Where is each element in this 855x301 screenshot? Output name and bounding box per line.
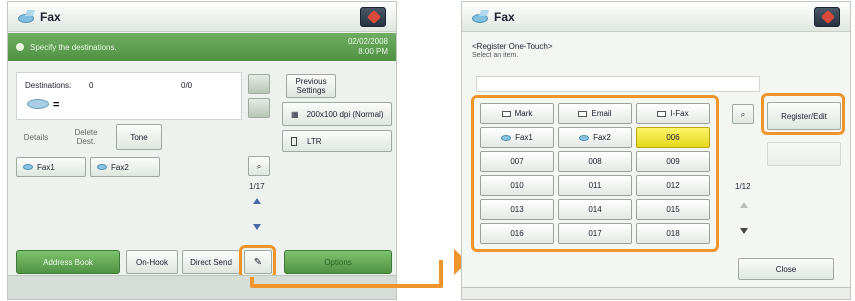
paper-icon [291, 136, 297, 146]
address-search-button[interactable]: ⌕ [248, 156, 270, 176]
paper-size-button[interactable]: LTR [282, 130, 392, 152]
one-touch-label: Fax1 [37, 162, 55, 172]
info-icon [16, 43, 24, 51]
list-scroll-down[interactable] [248, 98, 270, 118]
status-message: Specify the destinations. [30, 43, 117, 52]
destinations-label: Destinations: [25, 81, 72, 90]
destinations-count: 0 [89, 81, 94, 90]
list-scroll-up[interactable] [248, 74, 270, 94]
title-bar: Fax [8, 2, 396, 32]
search-button[interactable]: ⌕ [732, 104, 754, 124]
status-bar: Specify the destinations. 02/02/2008 8:0… [8, 33, 396, 61]
scroll-down-button[interactable] [740, 228, 748, 234]
fax-icon [16, 8, 36, 26]
fax-main-screen: Fax Specify the destinations. 02/02/2008… [7, 1, 397, 300]
highlight-register-button [239, 245, 276, 279]
one-touch-fax1[interactable]: Fax1 [16, 157, 86, 177]
register-one-touch-screen: Fax <Register One-Touch> Select an item.… [461, 1, 851, 300]
screen-heading: <Register One-Touch> [472, 42, 553, 51]
direct-send-button[interactable]: Direct Send [182, 250, 240, 274]
options-button[interactable]: Options [284, 250, 392, 274]
page-indicator: 1/17 [249, 182, 265, 191]
bottom-bar [8, 275, 396, 299]
one-touch-fax2[interactable]: Fax2 [90, 157, 160, 177]
screen-subheading: Select an item. [472, 52, 519, 59]
previous-settings-button[interactable]: Previous Settings [286, 74, 336, 98]
on-hook-button[interactable]: On-Hook [126, 250, 178, 274]
home-button[interactable] [814, 7, 840, 27]
resolution-button[interactable]: ▦ 200x100 dpi (Normal) [282, 102, 392, 126]
bottom-bar [462, 287, 850, 299]
page-indicator: 1/12 [735, 182, 751, 191]
close-button[interactable]: Close [738, 258, 834, 280]
fax-icon [23, 164, 33, 170]
scroll-down-button[interactable] [253, 224, 261, 230]
name-field [476, 76, 760, 92]
tone-button[interactable]: Tone [116, 124, 162, 150]
resolution-label: 200x100 dpi (Normal) [306, 109, 384, 119]
address-book-button[interactable]: Address Book [16, 250, 120, 274]
delete-dest-button[interactable]: Delete Dest. [66, 124, 106, 150]
disabled-button [767, 142, 841, 166]
arrow-up-icon [740, 202, 748, 208]
arrow-up-icon [253, 198, 261, 204]
highlight-grid [471, 95, 719, 252]
arrow-down-icon [740, 228, 748, 234]
details-button[interactable]: Details [16, 124, 56, 150]
home-button[interactable] [360, 7, 386, 27]
destinations-ratio: 0/0 [181, 81, 193, 90]
time: 8:00 PM [358, 47, 388, 56]
destinations-box[interactable]: Destinations: 0 0/0 = [16, 72, 242, 120]
date-time: 02/02/2008 8:00 PM [348, 37, 388, 57]
window-title: Fax [494, 10, 515, 24]
highlight-register-edit [761, 93, 845, 135]
fax-icon [470, 8, 490, 26]
paper-label: LTR [307, 136, 322, 146]
one-touch-label: Fax2 [111, 162, 129, 172]
title-bar: Fax [462, 2, 850, 32]
destination-fax-icon [27, 99, 49, 109]
date: 02/02/2008 [347, 37, 388, 46]
fax-icon [97, 164, 107, 170]
scroll-up-button[interactable] [253, 198, 261, 204]
arrow-down-icon [253, 224, 261, 230]
resolution-icon: ▦ [291, 109, 299, 119]
equals-icon: = [53, 99, 60, 111]
scroll-up-button[interactable] [740, 202, 748, 208]
window-title: Fax [40, 10, 61, 24]
